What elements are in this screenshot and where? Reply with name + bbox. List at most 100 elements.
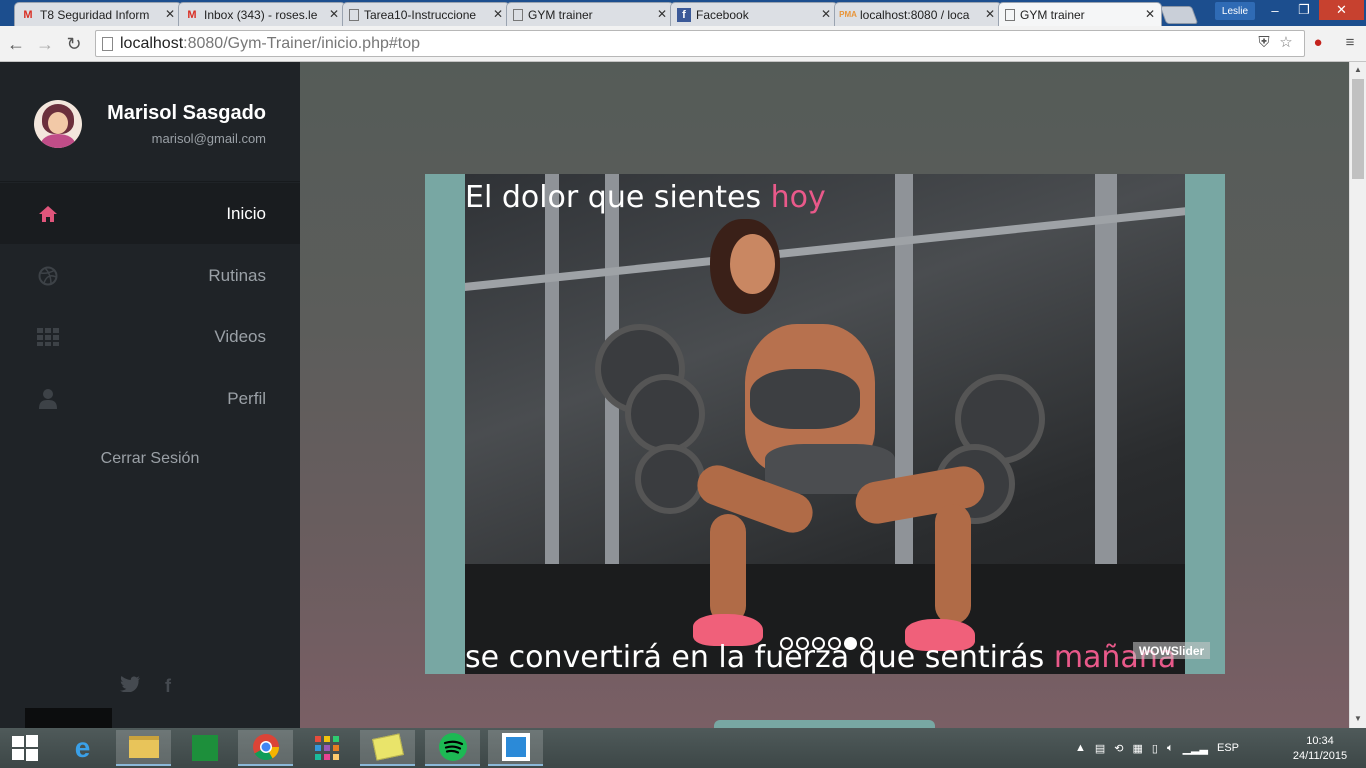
tab-title: GYM trainer	[1020, 7, 1085, 22]
forward-icon[interactable]: →	[34, 33, 56, 55]
collapse-toggle[interactable]	[25, 708, 112, 728]
close-tab-icon[interactable]: ✕	[329, 7, 339, 21]
sidebar-item-label: Videos	[214, 326, 266, 346]
minimize-icon[interactable]: –	[1260, 0, 1290, 20]
tab-3[interactable]: Tarea10-Instruccione ✕	[342, 2, 510, 26]
close-tab-icon[interactable]: ✕	[657, 7, 667, 21]
close-tab-icon[interactable]: ✕	[493, 7, 503, 21]
tab-5[interactable]: f Facebook ✕	[670, 2, 838, 26]
sidebar-item-inicio[interactable]: Inicio	[0, 183, 300, 244]
slide-caption-top: El dolor que sientes hoy	[465, 180, 826, 215]
brackets-icon[interactable]	[488, 730, 543, 766]
slide-dot-3[interactable]	[812, 637, 825, 650]
windows-start-icon[interactable]	[0, 730, 50, 766]
close-tab-icon[interactable]: ✕	[985, 7, 995, 21]
facebook-icon[interactable]: f	[165, 676, 171, 697]
scroll-thumb[interactable]	[1352, 79, 1364, 179]
sidebar-item-perfil[interactable]: Perfil	[0, 368, 300, 429]
volume-icon[interactable]: 🔈︎	[1167, 742, 1174, 755]
windows-icon[interactable]: ▦	[1133, 742, 1143, 755]
content-block	[714, 720, 935, 728]
page-scrollbar[interactable]: ▲ ▼	[1349, 62, 1366, 728]
profile-button[interactable]: Leslie	[1215, 2, 1255, 20]
slide-dot-4[interactable]	[828, 637, 841, 650]
file-explorer-icon[interactable]	[116, 730, 171, 766]
twitter-icon[interactable]	[120, 676, 140, 697]
clock-date: 24/11/2015	[1292, 750, 1348, 762]
tab-4[interactable]: GYM trainer ✕	[506, 2, 674, 26]
sidebar-item-videos[interactable]: Videos	[0, 306, 300, 367]
chrome-icon[interactable]	[238, 730, 293, 766]
image-slider[interactable]	[425, 174, 1225, 674]
spotify-icon[interactable]	[425, 730, 480, 766]
document-icon	[349, 8, 359, 21]
dribbble-icon	[37, 265, 59, 287]
slide-dot-2[interactable]	[796, 637, 809, 650]
user-email: marisol@gmail.com	[151, 131, 266, 146]
taskbar-clock[interactable]: 10:34 24/11/2015	[1285, 734, 1355, 764]
sticky-notes-icon[interactable]	[360, 730, 415, 766]
tab-title: Facebook	[696, 7, 749, 22]
sidebar-item-rutinas[interactable]: Rutinas	[0, 245, 300, 306]
facebook-icon: f	[677, 7, 691, 22]
language-indicator[interactable]: ESP	[1217, 742, 1239, 754]
tab-title: GYM trainer	[528, 7, 593, 22]
close-tab-icon[interactable]: ✕	[821, 7, 831, 21]
internet-explorer-icon[interactable]: e	[55, 730, 110, 766]
caption-text: El dolor que sientes	[465, 180, 771, 215]
bookmark-star-icon[interactable]: ☆	[1276, 32, 1296, 52]
network-status-icon[interactable]: ⟲	[1114, 742, 1123, 755]
extension-icon[interactable]: ⛨	[1254, 32, 1274, 52]
tab-title: Inbox (343) - roses.le	[204, 7, 318, 22]
store-icon[interactable]	[177, 730, 232, 766]
sidebar-item-label: Rutinas	[208, 265, 266, 285]
close-window-icon[interactable]: ✕	[1319, 0, 1364, 20]
tab-1[interactable]: M T8 Seguridad Inform ✕	[14, 2, 182, 26]
keyboard-icon[interactable]: ▤	[1095, 742, 1105, 755]
apps-icon[interactable]	[299, 730, 354, 766]
back-icon[interactable]: ←	[5, 33, 27, 55]
profile-header: Marisol Sasgado marisol@gmail.com	[0, 62, 300, 182]
slide-image-gym-squat	[465, 174, 1185, 674]
battery-icon[interactable]: ▯	[1152, 742, 1158, 755]
signal-icon[interactable]: ▁▂▃	[1183, 742, 1208, 755]
document-icon	[513, 8, 523, 21]
gmail-icon: M	[187, 8, 197, 21]
gmail-icon: M	[23, 8, 33, 21]
web-page: Marisol Sasgado marisol@gmail.com Inicio…	[0, 62, 1366, 728]
slide-dot-1[interactable]	[780, 637, 793, 650]
home-icon	[37, 203, 59, 225]
slider-bullets	[780, 637, 873, 650]
system-tray: ▲ ▤ ⟲ ▦ ▯ 🔈︎ ▁▂▃ ESP	[1075, 728, 1239, 768]
reload-icon[interactable]: ↻	[63, 33, 85, 55]
sidebar-item-label: Perfil	[227, 388, 266, 408]
user-icon	[37, 388, 59, 410]
wowslider-watermark[interactable]: WOWSlider	[1133, 642, 1210, 659]
maximize-icon[interactable]: ❐	[1289, 0, 1319, 20]
tab-6[interactable]: PMA localhost:8080 / loca ✕	[834, 2, 1002, 26]
adblock-icon[interactable]: ●	[1308, 32, 1328, 52]
tab-2[interactable]: M Inbox (343) - roses.le ✕	[178, 2, 346, 26]
menu-icon[interactable]: ≡	[1340, 32, 1360, 52]
phpmyadmin-icon: PMA	[839, 10, 857, 19]
clock-time: 10:34	[1306, 735, 1334, 747]
sidebar: Marisol Sasgado marisol@gmail.com Inicio…	[0, 62, 300, 728]
slide-dot-5[interactable]	[844, 637, 857, 650]
browser-toolbar: ← → ↻ localhost:8080/Gym-Trainer/inicio.…	[0, 26, 1366, 62]
close-tab-icon[interactable]: ✕	[1145, 7, 1155, 21]
show-hidden-icons-icon[interactable]: ▲	[1075, 742, 1086, 754]
logout-link[interactable]: Cerrar Sesión	[0, 450, 300, 468]
new-tab-button[interactable]	[1159, 6, 1199, 24]
sidebar-item-label: Inicio	[226, 203, 266, 223]
close-tab-icon[interactable]: ✕	[165, 7, 175, 21]
user-name: Marisol Sasgado	[107, 102, 266, 124]
scroll-up-icon[interactable]: ▲	[1354, 65, 1362, 74]
tab-active[interactable]: GYM trainer ✕	[998, 2, 1162, 26]
address-bar[interactable]: localhost:8080/Gym-Trainer/inicio.php#to…	[95, 30, 1305, 57]
scroll-down-icon[interactable]: ▼	[1354, 714, 1362, 723]
slide-dot-6[interactable]	[860, 637, 873, 650]
windows-taskbar: e ▲ ▤ ⟲ ▦ ▯ 🔈︎ ▁▂▃ ESP 10:34 24/11/2015	[0, 728, 1366, 768]
tab-title: localhost:8080 / loca	[860, 7, 970, 22]
tab-title: Tarea10-Instruccione	[364, 7, 477, 22]
page-icon	[102, 37, 113, 51]
